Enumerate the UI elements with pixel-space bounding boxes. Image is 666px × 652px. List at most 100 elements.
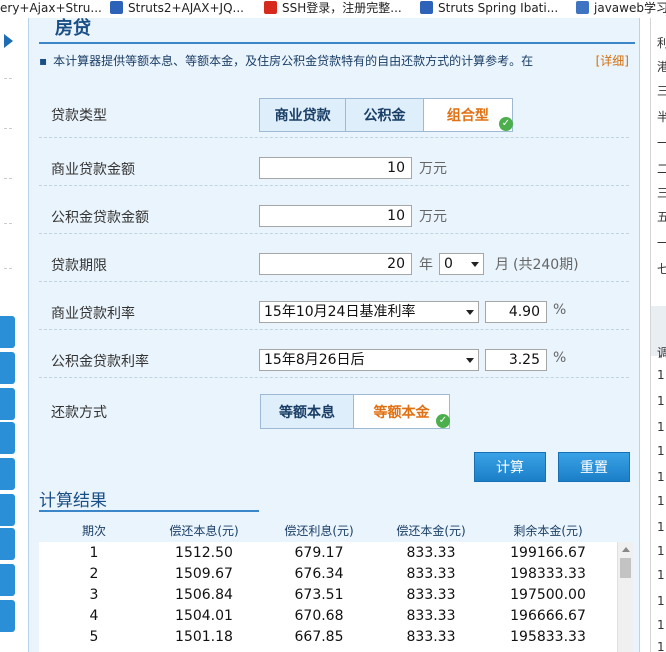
side-tab[interactable]: [0, 600, 15, 632]
repayment-method-row: 还款方式 等额本息 等额本金 ✓: [39, 378, 629, 429]
side-tab[interactable]: [0, 494, 15, 526]
bookmark-item[interactable]: SSH登录，注册完整...: [264, 0, 402, 18]
commercial-rate-basis-select[interactable]: 15年10月24日基准利率: [259, 301, 479, 323]
sidebar-text[interactable]: 一: [657, 234, 666, 251]
sidebar-text[interactable]: 五: [657, 208, 666, 225]
sidebar-text[interactable]: 七: [657, 260, 666, 277]
fund-rate-row: 公积金贷款利率 15年8月26日后 3.25 %: [39, 330, 629, 378]
detail-link[interactable]: [详细]: [596, 52, 629, 69]
term-years-input[interactable]: 20: [259, 253, 412, 275]
loan-type-combined-option[interactable]: 组合型 ✓: [423, 99, 513, 131]
title-divider: [39, 42, 635, 44]
loan-type-fund-option[interactable]: 公积金: [346, 99, 424, 131]
table-cell: 199166.67: [510, 544, 586, 561]
side-tab[interactable]: [0, 422, 15, 454]
fund-rate-label: 公积金贷款利率: [51, 354, 149, 370]
fund-rate-unit: %: [553, 350, 567, 366]
mortgage-calculator-panel: 房贷 ▪ 本计算器提供等额本息、等额本金，及住房公积金贷款特有的自由还款方式的计算…: [28, 18, 640, 652]
divider: [4, 268, 12, 269]
fund-rate-input[interactable]: 3.25: [485, 349, 547, 371]
term-months-select[interactable]: 0: [439, 253, 484, 275]
side-tab[interactable]: [0, 458, 15, 490]
loan-type-selector: 商业贷款 公积金 组合型 ✓: [259, 98, 513, 132]
select-value: 15年10月24日基准利率: [264, 304, 416, 320]
sidebar-text[interactable]: 1: [657, 494, 665, 508]
commercial-amount-input[interactable]: 10: [259, 157, 412, 179]
sidebar-text[interactable]: 一: [657, 134, 666, 151]
term-label: 贷款期限: [51, 258, 107, 274]
bookmark-label: SSH登录，注册完整...: [282, 1, 402, 15]
sidebar-text[interactable]: 港: [657, 58, 666, 75]
table-row: 4 1504.01 670.68 833.33 196666.67: [39, 605, 633, 626]
table-cell: 1509.67: [175, 565, 233, 582]
results-scrollbar[interactable]: [617, 542, 633, 652]
term-row: 贷款期限 20 年 0 月 (共240期): [39, 234, 629, 282]
repayment-equal-principal-option[interactable]: 等额本金 ✓: [354, 395, 450, 428]
scroll-up-icon[interactable]: [622, 547, 630, 552]
sidebar-text[interactable]: 1: [657, 444, 665, 458]
expand-arrow-icon[interactable]: [4, 34, 13, 48]
reset-button[interactable]: 重置: [558, 452, 630, 482]
sidebar-text[interactable]: 三: [657, 184, 666, 201]
sidebar-text[interactable]: 1: [657, 420, 665, 434]
table-cell: 670.68: [294, 607, 344, 624]
sidebar-text[interactable]: 1: [657, 470, 665, 484]
table-cell: 1506.84: [175, 586, 233, 603]
struts-icon: [110, 1, 123, 14]
sidebar-text[interactable]: 三: [657, 82, 666, 99]
sidebar-text[interactable]: 1: [657, 618, 665, 632]
column-header: 剩余本金(元): [513, 523, 583, 538]
column-header: 期次: [81, 523, 106, 538]
side-tab[interactable]: [0, 352, 15, 384]
loan-type-row: 贷款类型 商业贷款 公积金 组合型 ✓: [39, 90, 629, 138]
bookmark-label: Struts2+AJAX+JQ...: [128, 1, 244, 15]
table-cell: 5: [89, 628, 99, 645]
calculate-button[interactable]: 计算: [474, 452, 546, 482]
table-cell: 2: [89, 565, 99, 582]
loan-type-commercial-option[interactable]: 商业贷款: [260, 99, 347, 131]
bookmark-item[interactable]: Struts2+AJAX+JQ...: [110, 0, 244, 18]
side-tab[interactable]: [0, 564, 15, 596]
select-value: 15年8月26日后: [264, 352, 365, 368]
sidebar-text[interactable]: 半: [657, 108, 666, 125]
commercial-amount-label: 商业贷款金额: [51, 162, 135, 178]
table-cell: 198333.33: [510, 565, 586, 582]
sidebar-text[interactable]: 1: [657, 568, 665, 582]
table-cell: 833.33: [406, 544, 456, 561]
bookmark-label: ery+Ajax+Stru...: [0, 1, 102, 15]
table-cell: 667.85: [294, 628, 344, 645]
repayment-equal-installment-option[interactable]: 等额本息: [261, 395, 355, 428]
sidebar-text[interactable]: 1: [657, 594, 665, 608]
bookmark-label: javaweb学习: [594, 1, 666, 15]
fund-amount-input[interactable]: 10: [259, 205, 412, 227]
table-row: 3 1506.84 673.51 833.33 197500.00: [39, 584, 633, 605]
sidebar-text[interactable]: 1: [657, 640, 665, 652]
side-tab[interactable]: [0, 528, 15, 560]
commercial-amount-unit: 万元: [419, 161, 447, 177]
sidebar-text[interactable]: 二: [657, 160, 666, 177]
bookmark-item[interactable]: javaweb学习: [576, 0, 666, 18]
table-cell: 195833.33: [510, 628, 586, 645]
fund-rate-basis-select[interactable]: 15年8月26日后: [259, 349, 479, 371]
results-table: 期次 偿还本息(元) 偿还利息(元) 偿还本金(元) 剩余本金(元) 1 151…: [39, 518, 633, 652]
right-sidebar: 利 港 三 半 一 二 三 五 一 七 调 1 1 1 1 1 1 1 1 1 …: [650, 18, 666, 652]
commercial-rate-input[interactable]: 4.90: [485, 301, 547, 323]
javaweb-icon: [576, 1, 589, 14]
bookmark-item[interactable]: Struts Spring Ibati...: [420, 0, 558, 18]
table-row: 1 1512.50 679.17 833.33 199166.67: [39, 542, 633, 563]
panel-title: 房贷: [55, 18, 91, 39]
table-cell: 679.17: [294, 544, 344, 561]
sidebar-text[interactable]: 1: [657, 520, 665, 534]
repayment-method-selector: 等额本息 等额本金 ✓: [260, 394, 450, 429]
side-tab[interactable]: [0, 388, 15, 420]
table-cell: 676.34: [294, 565, 344, 582]
scrollbar-thumb[interactable]: [620, 558, 631, 578]
select-value: 0: [444, 256, 453, 272]
sidebar-text[interactable]: 1: [657, 394, 665, 408]
fund-amount-row: 公积金贷款金额 10 万元: [39, 186, 629, 234]
term-total-periods: (共240期): [513, 257, 579, 273]
commercial-rate-unit: %: [553, 302, 567, 318]
sidebar-text[interactable]: 1: [657, 544, 665, 558]
sidebar-text[interactable]: 1: [657, 368, 665, 382]
side-tab[interactable]: [0, 316, 15, 348]
